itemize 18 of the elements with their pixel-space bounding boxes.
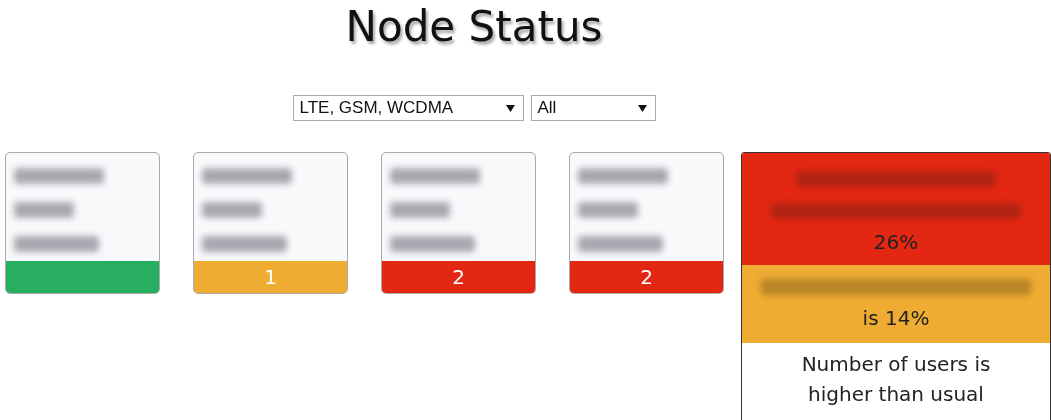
node-card[interactable]: 2 <box>381 152 536 294</box>
alert-text: is 14% <box>861 305 931 332</box>
redacted-text <box>14 202 74 218</box>
node-card[interactable]: 2 <box>569 152 724 294</box>
alarm-count: 1 <box>264 265 277 289</box>
alert-text: Number of users is higher than usual <box>800 351 992 408</box>
page-title: Node Status <box>345 1 603 52</box>
filter-dropdown[interactable]: LTE, GSM, WCDMA <box>292 95 524 121</box>
node-card[interactable] <box>5 152 160 294</box>
caret-icon <box>637 104 647 112</box>
alarm-count: 2 <box>640 265 653 289</box>
redacted-text <box>202 202 262 218</box>
alert-text: 26% <box>872 229 920 256</box>
caret-icon <box>505 104 515 112</box>
redacted-text <box>578 202 638 218</box>
filter-dropdown[interactable]: All <box>530 95 656 121</box>
alarm-count: 2 <box>452 265 465 289</box>
redacted-text <box>390 202 450 218</box>
